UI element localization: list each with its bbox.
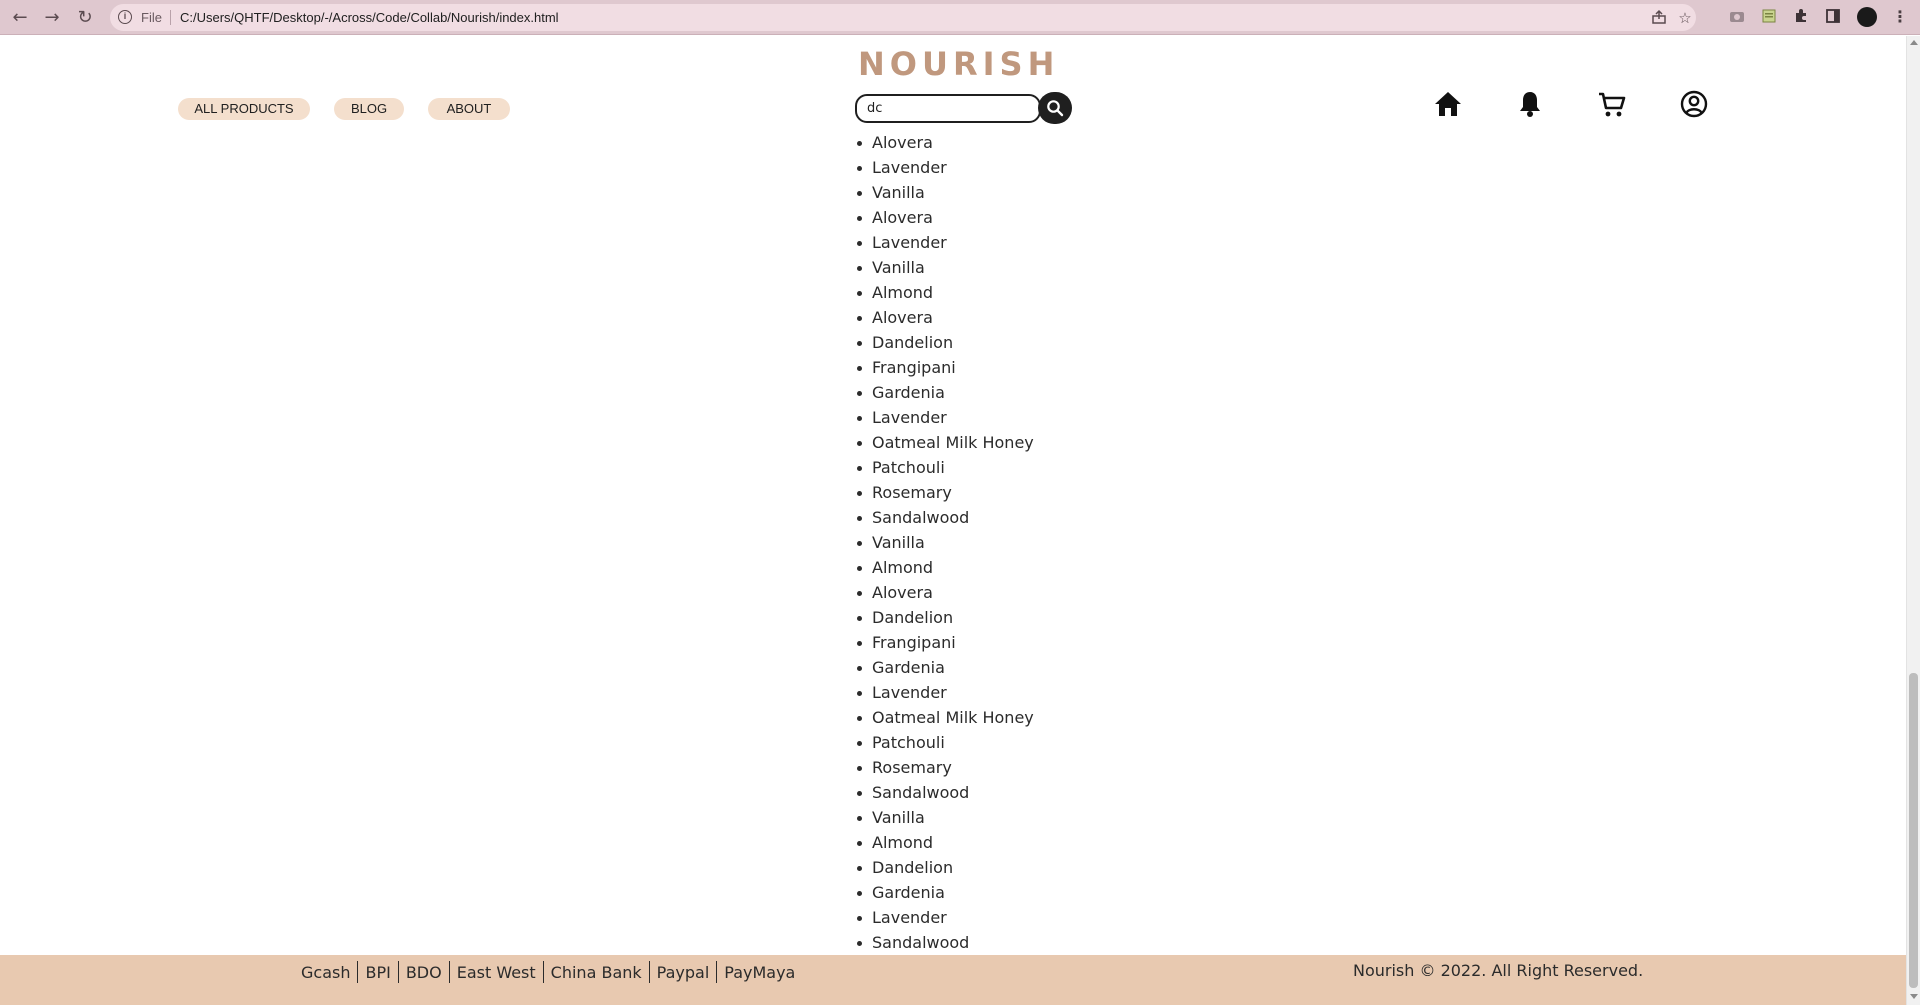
- page-content: NOURISH ALL PRODUCTS BLOG ABOUT Alovera …: [0, 36, 1906, 1005]
- bell-icon[interactable]: [1514, 88, 1546, 120]
- scroll-thumb[interactable]: [1909, 673, 1918, 988]
- result-item[interactable]: Rosemary: [855, 480, 1155, 505]
- result-item[interactable]: Alovera: [855, 205, 1155, 230]
- result-item[interactable]: Vanilla: [855, 255, 1155, 280]
- cart-icon[interactable]: [1596, 88, 1628, 120]
- result-item[interactable]: Lavender: [855, 155, 1155, 180]
- result-item[interactable]: Lavender: [855, 230, 1155, 255]
- search-icon: [1047, 100, 1064, 117]
- browser-toolbar: ← → ↻ i File C:/Users/QHTF/Desktop/-/Acr…: [0, 0, 1920, 35]
- result-item[interactable]: Almond: [855, 280, 1155, 305]
- puzzle-icon[interactable]: [1792, 8, 1810, 26]
- url-text[interactable]: C:/Users/QHTF/Desktop/-/Across/Code/Coll…: [180, 10, 559, 25]
- result-item[interactable]: Gardenia: [855, 655, 1155, 680]
- result-item[interactable]: Almond: [855, 555, 1155, 580]
- page-scrollbar[interactable]: [1906, 36, 1920, 1005]
- camera-icon[interactable]: [1728, 8, 1746, 26]
- forward-icon[interactable]: →: [41, 7, 63, 29]
- nav-blog[interactable]: BLOG: [334, 98, 404, 120]
- result-item[interactable]: Alovera: [855, 580, 1155, 605]
- payment-gcash: Gcash: [301, 962, 351, 982]
- result-item[interactable]: Dandelion: [855, 855, 1155, 880]
- share-icon[interactable]: [1650, 9, 1668, 27]
- result-item[interactable]: Frangipani: [855, 355, 1155, 380]
- result-item[interactable]: Oatmeal Milk Honey: [855, 705, 1155, 730]
- profile-icon[interactable]: [1857, 7, 1877, 27]
- extension-icon[interactable]: [1760, 8, 1778, 26]
- star-icon[interactable]: ☆: [1676, 9, 1694, 27]
- payment-methods: Gcash BPI BDO East West China Bank Paypa…: [301, 961, 802, 983]
- search-results-list: Alovera Lavender Vanilla Alovera Lavende…: [855, 130, 1155, 955]
- result-item[interactable]: Almond: [855, 830, 1155, 855]
- search-button[interactable]: [1038, 92, 1072, 124]
- payment-bpi: BPI: [365, 962, 391, 982]
- payment-china-bank: China Bank: [550, 962, 642, 982]
- scroll-down-icon[interactable]: [1910, 994, 1918, 999]
- result-item[interactable]: Gardenia: [855, 380, 1155, 405]
- user-icon[interactable]: [1678, 88, 1710, 120]
- logo[interactable]: NOURISH: [858, 45, 1058, 83]
- result-item[interactable]: Lavender: [855, 905, 1155, 930]
- file-label: File: [141, 10, 162, 25]
- footer: Gcash BPI BDO East West China Bank Paypa…: [0, 955, 1906, 1005]
- result-item[interactable]: Vanilla: [855, 805, 1155, 830]
- result-item[interactable]: Patchouli: [855, 455, 1155, 480]
- scroll-up-icon[interactable]: [1910, 40, 1918, 45]
- info-icon[interactable]: i: [118, 10, 132, 24]
- nav-about[interactable]: ABOUT: [428, 98, 510, 120]
- result-item[interactable]: Frangipani: [855, 630, 1155, 655]
- sidebar-icon[interactable]: [1824, 8, 1842, 26]
- home-icon[interactable]: [1432, 88, 1464, 120]
- result-item[interactable]: Patchouli: [855, 730, 1155, 755]
- copyright: Nourish © 2022. All Right Reserved.: [1353, 961, 1644, 980]
- payment-paypal: Paypal: [656, 962, 710, 982]
- result-item[interactable]: Gardenia: [855, 880, 1155, 905]
- result-item[interactable]: Dandelion: [855, 330, 1155, 355]
- payment-bdo: BDO: [405, 962, 442, 982]
- search-bar: [855, 92, 1073, 124]
- search-input[interactable]: [855, 94, 1041, 123]
- back-icon[interactable]: ←: [9, 7, 31, 29]
- payment-east-west: East West: [456, 962, 536, 982]
- address-separator: [170, 10, 171, 25]
- result-item[interactable]: Lavender: [855, 680, 1155, 705]
- result-item[interactable]: Lavender: [855, 405, 1155, 430]
- result-item[interactable]: Oatmeal Milk Honey: [855, 430, 1155, 455]
- result-item[interactable]: Alovera: [855, 130, 1155, 155]
- result-item[interactable]: Sandalwood: [855, 505, 1155, 530]
- result-item[interactable]: Vanilla: [855, 530, 1155, 555]
- result-item[interactable]: Rosemary: [855, 755, 1155, 780]
- menu-icon[interactable]: ⋮: [1892, 8, 1908, 26]
- result-item[interactable]: Dandelion: [855, 605, 1155, 630]
- nav-all-products[interactable]: ALL PRODUCTS: [178, 98, 310, 120]
- result-item[interactable]: Sandalwood: [855, 780, 1155, 805]
- result-item[interactable]: Alovera: [855, 305, 1155, 330]
- reload-icon[interactable]: ↻: [74, 7, 96, 29]
- result-item[interactable]: Sandalwood: [855, 930, 1155, 955]
- payment-paymaya: PayMaya: [724, 962, 796, 982]
- result-item[interactable]: Vanilla: [855, 180, 1155, 205]
- address-bar[interactable]: i File C:/Users/QHTF/Desktop/-/Across/Co…: [110, 4, 1696, 31]
